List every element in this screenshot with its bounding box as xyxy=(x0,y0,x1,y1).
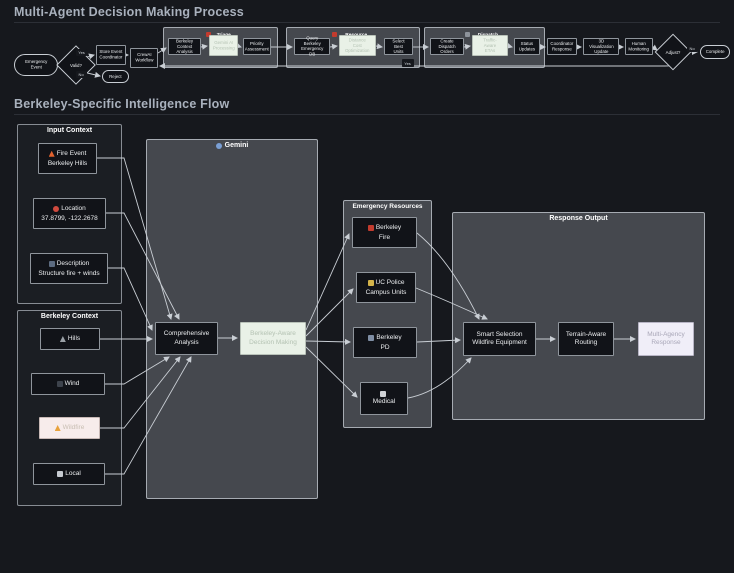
warning-icon xyxy=(55,425,61,431)
node-berkeley-pd: Berkeley PD xyxy=(353,327,417,358)
edge-label-valid-no: No xyxy=(76,71,87,78)
node-berkeley-aware-decision-making: Berkeley-Aware Decision Making xyxy=(240,322,306,355)
node-description: Description Structure fire + winds xyxy=(30,253,108,284)
wind-icon xyxy=(57,381,63,387)
node-hills: Hills xyxy=(40,328,100,350)
node-complete: Complete xyxy=(700,45,730,59)
node-comprehensive-analysis: Comprehensive Analysis xyxy=(155,322,218,355)
node-smart-selection-wildfire-equipment: Smart Selection Wildfire Equipment xyxy=(463,322,536,356)
node-fire-event: Fire Event Berkeley Hills xyxy=(38,143,97,174)
node-create-dispatch-orders: Create Dispatch Orders xyxy=(430,38,464,55)
fire-truck-icon xyxy=(368,225,374,231)
clipboard-icon xyxy=(57,471,63,477)
node-priority-assessment: Priority Assessment xyxy=(243,38,271,55)
node-store-event-coordinator: Store Event Coordinator xyxy=(96,45,126,65)
node-status-updates: Status Updates xyxy=(514,38,540,55)
diagram-page: Multi-Agent Decision Making Process Berk… xyxy=(0,0,734,573)
node-select-best-units: Select Best Units xyxy=(384,38,413,55)
node-query-berkeley-db: Query Berkeley Emergency DB xyxy=(294,38,330,55)
node-multi-agency-response: Multi-Agency Response xyxy=(638,322,694,356)
node-berkeley-context-analysis: Berkeley Context Analysis xyxy=(168,38,201,55)
node-wildfire: Wildfire xyxy=(39,417,100,439)
node-local: Local xyxy=(33,463,105,485)
node-crewai-workflow: CrewAI Workflow xyxy=(130,48,158,68)
node-visualization-update: 3D Visualization Update xyxy=(583,38,619,55)
node-distance-cost-optimization: Distance Cost Optimization xyxy=(339,35,376,56)
edge-label-valid-yes: Yes xyxy=(76,49,87,56)
edge-label-adjust-yes: Yes xyxy=(402,59,414,67)
node-terrain-aware-routing: Terrain-Aware Routing xyxy=(558,322,614,356)
fire-icon xyxy=(49,151,55,157)
police-officer-icon xyxy=(368,280,374,286)
node-valid-label: Valid? xyxy=(54,61,98,70)
node-reject: Reject xyxy=(102,70,129,83)
edge-label-adjust-no: No xyxy=(687,45,698,52)
mountain-icon xyxy=(60,336,66,342)
node-coordinator-response: Coordinator Response xyxy=(547,38,577,55)
location-pin-icon xyxy=(53,206,59,212)
home-icon xyxy=(49,261,55,267)
node-emergency-event: Emergency Event xyxy=(14,54,58,76)
node-medical: Medical xyxy=(360,382,408,415)
node-uc-police: UC Police Campus Units xyxy=(356,272,416,303)
node-human-monitoring: Human Monitoring xyxy=(625,38,653,55)
node-traffic-aware-etas: Traffic-Aware ETAs xyxy=(472,35,508,56)
node-wind: Wind xyxy=(31,373,105,395)
node-gemini-ai-processing: Gemini AI Processing xyxy=(209,35,238,56)
node-berkeley-fire: Berkeley Fire xyxy=(352,217,417,248)
node-location: Location 37.8799, -122.2678 xyxy=(33,198,106,229)
police-car-icon xyxy=(368,335,374,341)
